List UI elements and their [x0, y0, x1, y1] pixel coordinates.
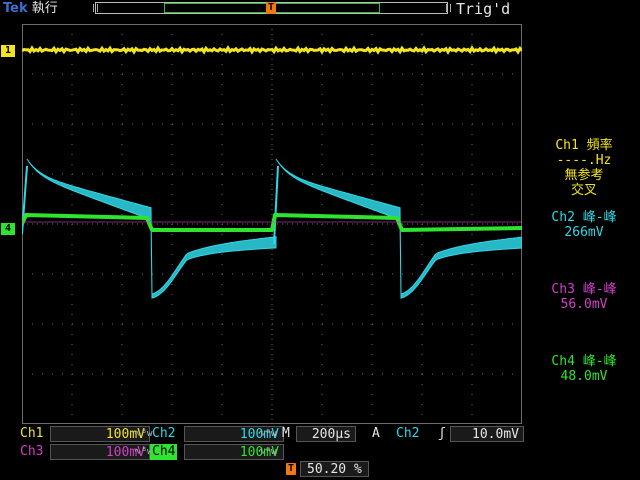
ch2-label[interactable]: Ch2 [150, 426, 177, 442]
measurement-ch3-pk2pk[interactable]: Ch3 峰-峰 56.0mV [528, 282, 640, 312]
trigger-position-marker-top[interactable]: T [266, 2, 276, 14]
measurement-note: 交叉 [570, 183, 597, 198]
trigger-mode: A [372, 426, 380, 441]
bandwidth-limit-icon: ∿ᴮw [258, 447, 277, 457]
ch2-waveform-edge [273, 165, 279, 245]
trigger-level[interactable]: 10.0mV [450, 426, 524, 442]
waveform-display[interactable] [22, 24, 522, 424]
measurement-panel: Ch1 頻率 ----.Hz 無参考 交叉 Ch2 峰-峰 266mV Ch3 … [528, 138, 640, 410]
measurement-ch1-frequency[interactable]: Ch1 頻率 ----.Hz 無参考 交叉 [528, 138, 640, 198]
measurement-title: Ch3 峰-峰 [551, 282, 617, 297]
timebase-prefix: M [282, 426, 290, 441]
bandwidth-limit-icon: ∿ᴮw [258, 429, 277, 439]
measurement-note: 無参考 [564, 168, 604, 183]
ch4-label[interactable]: Ch4 [150, 444, 178, 460]
run-state[interactable]: 執行 [32, 1, 58, 16]
measurement-value: ----.Hz [556, 153, 612, 168]
settings-readout: Ch1 100mV ∿ᴮw Ch2 100mV ∿ᴮw M 200µs A Ch… [0, 425, 640, 480]
trigger-slope-icon[interactable]: ʃ [438, 426, 446, 442]
timebase-scale[interactable]: 200µs [296, 426, 356, 442]
ch1-ground-marker[interactable]: 1 [1, 45, 15, 57]
horizontal-position[interactable]: 50.20 % [300, 461, 369, 477]
ch1-label[interactable]: Ch1 [18, 426, 45, 442]
measurement-value: 48.0mV [560, 369, 608, 384]
measurement-ch4-pk2pk[interactable]: Ch4 峰-峰 48.0mV [528, 354, 640, 384]
record-left-tick [93, 4, 98, 12]
trigger-status: Trig'd [456, 0, 511, 18]
measurement-value: 56.0mV [560, 297, 608, 312]
ch3-label[interactable]: Ch3 [18, 444, 45, 460]
trigger-source[interactable]: Ch2 [396, 426, 419, 442]
measurement-title: Ch2 峰-峰 [551, 210, 617, 225]
status-bar: Tek 執行 T Trig'd [0, 0, 640, 20]
acquisition-status: Tek 執行 [3, 0, 58, 18]
measurement-ch2-pk2pk[interactable]: Ch2 峰-峰 266mV [528, 210, 640, 240]
horizontal-position-icon: T [286, 463, 296, 475]
graticule-svg [22, 24, 522, 424]
ch1-waveform [22, 45, 522, 55]
measurement-title: Ch1 頻率 [555, 138, 613, 153]
ch4-ground-marker[interactable]: 4 [1, 223, 15, 235]
brand-logo: Tek [3, 1, 28, 16]
record-right-tick [446, 4, 451, 12]
measurement-title: Ch4 峰-峰 [551, 354, 617, 369]
measurement-value: 266mV [564, 225, 604, 240]
